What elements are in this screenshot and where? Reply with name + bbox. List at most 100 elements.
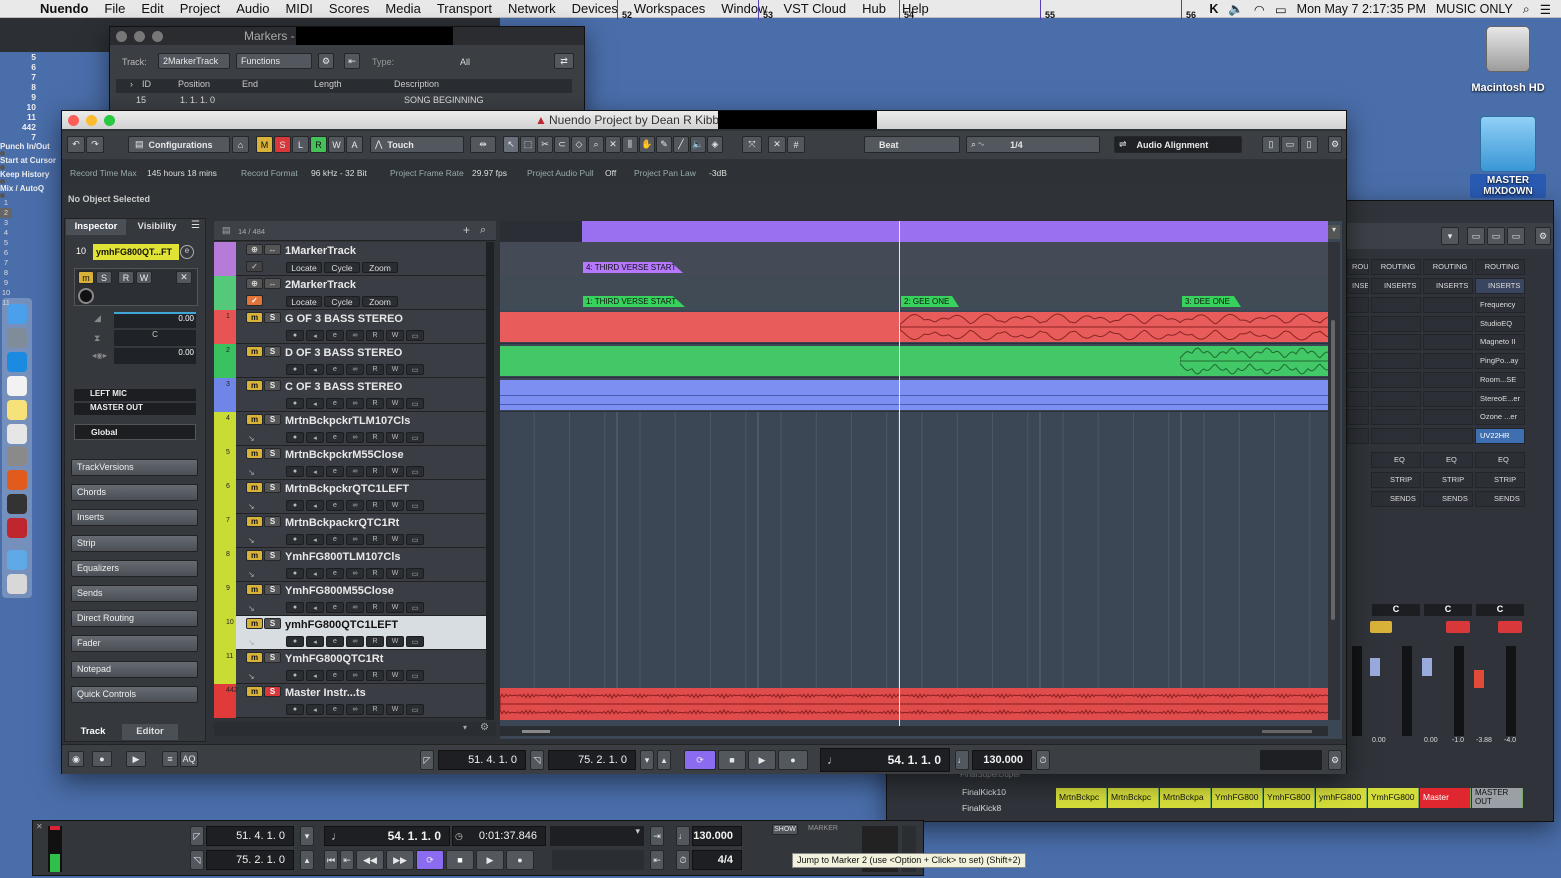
panel-metronome-icon[interactable]: ⏱ [676,850,690,870]
write-button[interactable]: W [386,500,404,511]
fire-app-icon[interactable] [7,470,27,490]
eq-1[interactable]: EQ [1371,452,1421,468]
panel-position[interactable]: ♩ 54. 1. 1. 0 [324,826,450,846]
track-color-strip[interactable] [214,548,236,582]
marker-jump-8[interactable]: 8 [0,268,12,278]
goto-start-icon[interactable]: ⏮ [324,850,338,870]
insert-slot-plugin[interactable]: StereoE...er [1475,390,1525,407]
sends-3[interactable]: SENDS [1475,491,1525,507]
record-enable-icon[interactable]: ● [286,364,304,375]
marker-jump-1[interactable]: 1 [0,198,12,208]
write-button[interactable]: W [386,398,404,409]
snap-type-select[interactable]: Beat [864,136,960,153]
markers-titlebar[interactable]: Markers - [110,27,584,45]
global-solo-button[interactable]: S [274,136,291,153]
track-row[interactable]: 2 D OF 3 BASS STEREO m S ● ◂ e ∞ R W ▭ [214,344,486,378]
lane-icon[interactable]: ▭ [406,330,424,341]
insert-slot[interactable] [1423,315,1473,332]
configurations-button[interactable]: ▤ Configurations [128,136,230,153]
project-settings-gear-icon[interactable]: ⚙ [1328,136,1342,153]
track-solo-button[interactable]: S [264,686,281,697]
track-solo-button[interactable]: S [264,652,281,663]
track-mute-button[interactable]: m [246,482,263,493]
insert-slot[interactable] [1371,371,1421,388]
info-audio-pull-value[interactable]: Off [605,162,616,184]
tracklist-settings-icon[interactable]: ⚙ [480,722,489,733]
layout-right-zone-button[interactable]: ▯ [1300,136,1318,153]
menu-midi[interactable]: MIDI [285,1,312,16]
edit-channel-icon[interactable]: e [326,432,344,443]
ruler-bar-55[interactable]: 55 [1040,0,1181,20]
link-icon[interactable]: ∞ [346,602,364,613]
edit-channel-icon[interactable]: e [326,636,344,647]
sends-2[interactable]: SENDS [1423,491,1473,507]
edit-channel-icon[interactable]: e [326,398,344,409]
info-frame-rate-value[interactable]: 29.97 fps [472,162,507,184]
insert-slot-plugin[interactable]: StudioEQ [1475,315,1525,332]
prev-marker-icon[interactable]: ⇤ [340,850,354,870]
mixer-dropdown[interactable]: ▾ [1441,227,1459,245]
sends-1[interactable]: SENDS [1371,491,1421,507]
zoom-tool-icon[interactable]: ⌕ [588,136,604,153]
track-automation-icon[interactable]: ↘ [248,502,255,511]
track-solo-button[interactable]: S [264,380,281,391]
draw-tool-icon[interactable]: ✎ [656,136,672,153]
insert-slot-plugin[interactable]: PingPo...ay [1475,353,1525,370]
insert-slot[interactable] [1347,390,1369,407]
menubar-user[interactable]: MUSIC ONLY [1436,2,1513,16]
routing-label-1[interactable]: ROUTING [1347,259,1369,275]
lane-icon[interactable]: ▭ [406,500,424,511]
track-color-strip[interactable] [214,514,236,548]
insert-slot-plugin[interactable]: Ozone ...er [1475,409,1525,426]
track-row[interactable]: 7 MrtnBckpackrQTC1Rt m S ● ◂ e ∞ R W ▭ ↘ [214,514,486,548]
inspector-tab[interactable]: Inspector [66,219,126,235]
track-name[interactable]: Master Instr...ts [285,687,475,699]
track-mute-button[interactable]: m [246,652,263,663]
track-row[interactable]: 5 MrtnBckpckrM55Close m S ● ◂ e ∞ R W ▭ ↘ [214,446,486,480]
inspector-bypass-icon[interactable]: ✕ [176,271,192,284]
track-name[interactable]: 2MarkerTrack [285,279,475,291]
autofade-button[interactable]: ⤧ [742,136,762,153]
track-solo-button[interactable]: S [264,584,281,595]
panel-left-locator[interactable]: 51. 4. 1. 0 [206,826,294,846]
strip-1[interactable]: STRIP [1371,472,1421,488]
insert-slot[interactable] [1371,353,1421,370]
locate-next-icon[interactable]: ▴ [657,750,671,770]
track-check-icon[interactable]: ✓ [246,295,263,306]
add-track-icon[interactable]: + [463,223,470,237]
write-button[interactable]: W [386,602,404,613]
ruler-bar-54[interactable]: 54 [899,0,1040,20]
panel-nudge-buttons[interactable] [552,850,644,870]
lane-icon[interactable]: ▭ [406,364,424,375]
right-locator[interactable]: 75. 2. 1. 0 [548,750,636,770]
track-row[interactable]: 1MarkerTrack ⊕ ↔ ✓ Locate Cycle Zoom [214,242,486,276]
track-color-strip[interactable] [214,378,236,412]
write-button[interactable]: W [386,636,404,647]
link-icon[interactable]: ∞ [346,568,364,579]
transport-settings-icon[interactable]: ◉ [68,751,84,767]
track-solo-button[interactable]: S [264,448,281,459]
track-name[interactable]: 1MarkerTrack [285,245,475,257]
markers-add-icon[interactable]: ⇄ [554,53,574,69]
event-hscroll-handle[interactable] [522,730,550,733]
inspector-track-tab[interactable]: Track [66,724,120,740]
track-mute-button[interactable]: m [246,346,263,357]
ruler-bar-56[interactable]: 56 [1181,0,1322,20]
lane-icon[interactable]: ▭ [406,602,424,613]
read-button[interactable]: R [366,398,384,409]
metronome-icon[interactable]: ⏱ [1036,750,1050,770]
edit-channel-icon[interactable]: e [326,602,344,613]
mute-button-mx3[interactable] [1498,621,1522,633]
eq-3[interactable]: EQ [1475,452,1525,468]
mute-button-mx1[interactable] [1370,621,1392,633]
mixer-gear-icon[interactable]: ⚙ [1535,227,1551,245]
monitor-icon[interactable]: ◂ [306,704,324,715]
track-mode-icon[interactable]: ↔ [264,244,281,255]
monitor-icon[interactable]: ◂ [306,466,324,477]
insert-slot[interactable] [1423,334,1473,351]
info-record-format-value[interactable]: 96 kHz - 32 Bit [311,162,367,184]
monitor-icon[interactable]: ◂ [306,364,324,375]
forward-icon[interactable]: ▶▶ [386,850,414,870]
inspector-read-button[interactable]: R [118,271,134,284]
layout-lower-zone-button[interactable]: ▭ [1281,136,1299,153]
